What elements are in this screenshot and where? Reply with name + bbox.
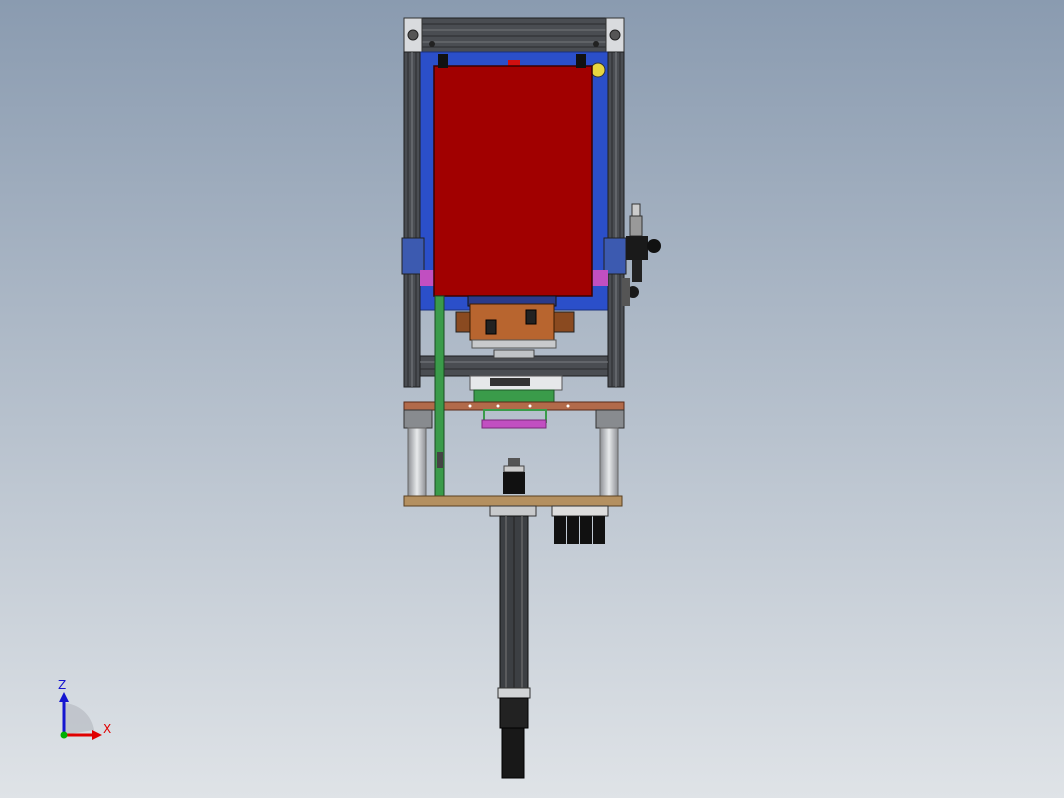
connector-blocks[interactable]: [551, 505, 609, 544]
cad-graphics-viewport[interactable]: Z X: [0, 0, 1064, 798]
triad-x-label: X: [103, 722, 112, 736]
triad-z-label: Z: [58, 678, 67, 692]
model-view[interactable]: [0, 0, 1064, 798]
right-upright[interactable]: [607, 51, 625, 388]
red-enclosure-panel[interactable]: [433, 54, 593, 297]
green-guide-rail[interactable]: [434, 295, 445, 507]
top-crossbar[interactable]: [403, 17, 625, 53]
right-corner-bracket: [603, 237, 627, 275]
lower-crossbar[interactable]: [419, 355, 609, 377]
orange-gearbox-block[interactable]: [455, 295, 575, 349]
right-guide-column: [599, 427, 619, 497]
left-guide-column: [407, 427, 427, 497]
y-axis-dot: [60, 731, 68, 739]
left-corner-bracket: [401, 237, 425, 275]
wood-base-plate[interactable]: [403, 495, 623, 507]
red-tab: [508, 60, 520, 66]
left-upright[interactable]: [403, 51, 421, 388]
yellow-indicator: [590, 62, 606, 78]
